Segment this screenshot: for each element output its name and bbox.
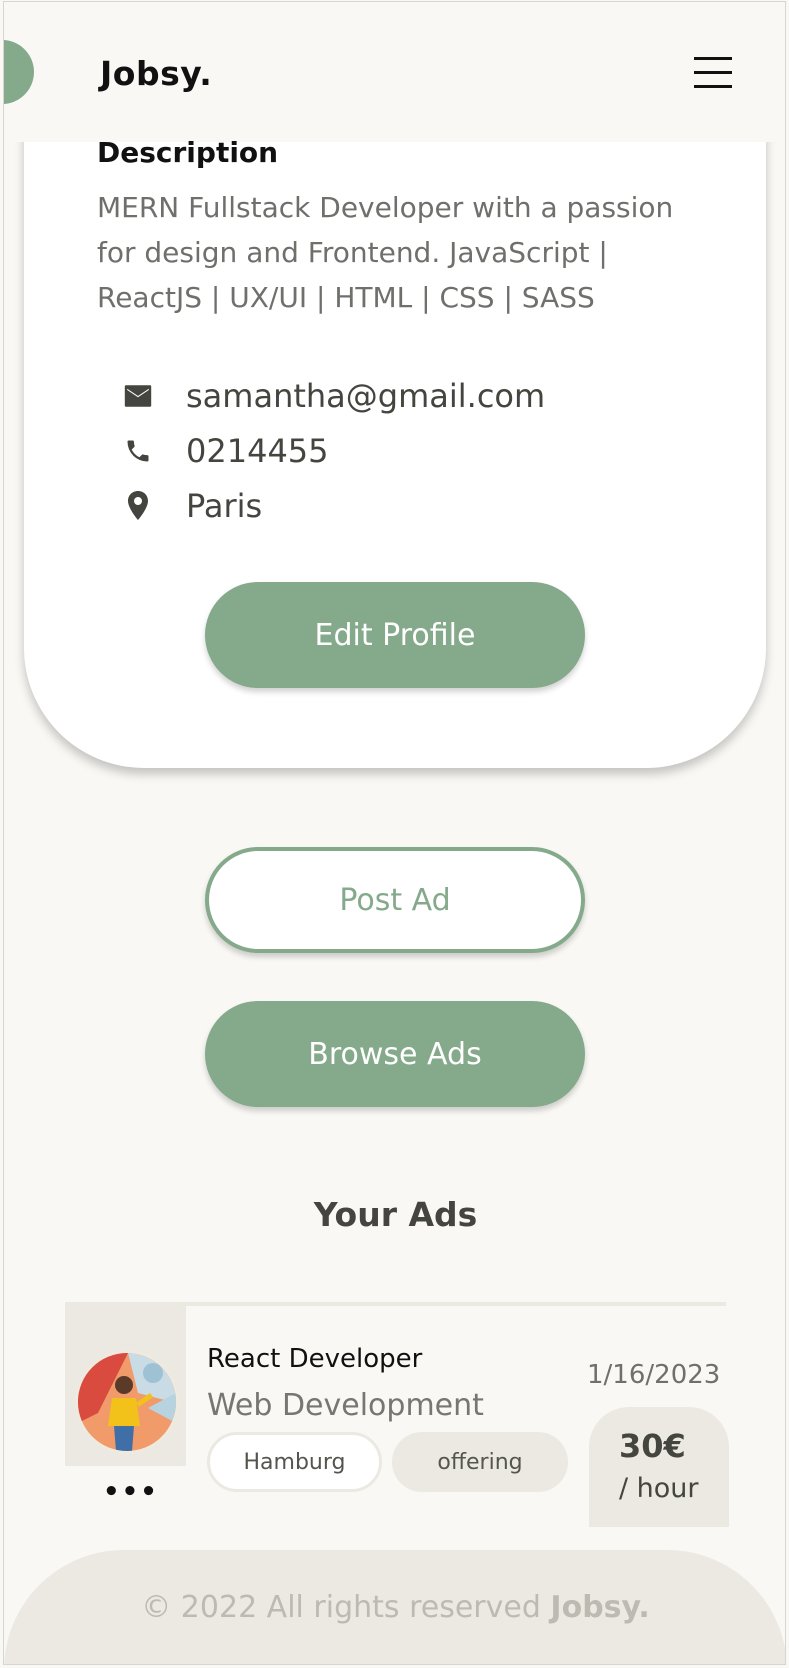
ad-title: React Developer bbox=[207, 1344, 423, 1374]
ad-avatar bbox=[75, 1350, 179, 1454]
description-title: Description bbox=[97, 136, 279, 169]
browse-ads-button[interactable]: Browse Ads bbox=[205, 1001, 585, 1107]
phone-icon bbox=[120, 433, 156, 469]
ad-price: 30€ bbox=[619, 1427, 686, 1465]
brand-logo[interactable]: Jobsy. bbox=[100, 54, 212, 93]
ad-more-options-icon[interactable]: ••• bbox=[103, 1477, 159, 1507]
ad-date: 1/16/2023 bbox=[587, 1360, 721, 1390]
ad-price-unit: / hour bbox=[619, 1473, 699, 1504]
ad-category: Web Development bbox=[207, 1388, 484, 1423]
ad-avatar-image bbox=[78, 1353, 176, 1451]
ad-type-chip: offering bbox=[392, 1432, 568, 1492]
ad-price-box: 30€ / hour bbox=[589, 1407, 729, 1527]
location-value: Paris bbox=[186, 487, 263, 525]
footer-brand: Jobsy. bbox=[550, 1590, 650, 1625]
edit-profile-button[interactable]: Edit Profile bbox=[205, 582, 585, 688]
app-header: Jobsy. bbox=[4, 2, 785, 142]
profile-description: MERN Fullstack Developer with a passion … bbox=[97, 191, 674, 314]
post-ad-button[interactable]: Post Ad bbox=[205, 847, 585, 953]
ad-card[interactable]: ••• React Developer Web Development Hamb… bbox=[65, 1302, 729, 1527]
location-pin-icon bbox=[120, 488, 156, 524]
app-frame: MERN Fullstack Developer with a passion … bbox=[3, 1, 786, 1665]
email-icon bbox=[120, 378, 156, 414]
header-decoration-circle bbox=[4, 40, 34, 104]
footer-copyright: © 2022 All rights reserved bbox=[141, 1590, 551, 1625]
contact-location: Paris bbox=[120, 486, 262, 526]
contact-email: samantha@gmail.com bbox=[120, 376, 545, 416]
email-value: samantha@gmail.com bbox=[186, 377, 546, 415]
footer-text: © 2022 All rights reserved Jobsy. bbox=[4, 1590, 785, 1625]
ad-location-chip: Hamburg bbox=[207, 1432, 382, 1492]
hamburger-menu-icon[interactable] bbox=[692, 54, 736, 94]
your-ads-title: Your Ads bbox=[313, 1195, 478, 1234]
footer: © 2022 All rights reserved Jobsy. bbox=[4, 1550, 785, 1664]
phone-value: 0214455 bbox=[186, 432, 329, 470]
contact-phone: 0214455 bbox=[120, 431, 329, 471]
